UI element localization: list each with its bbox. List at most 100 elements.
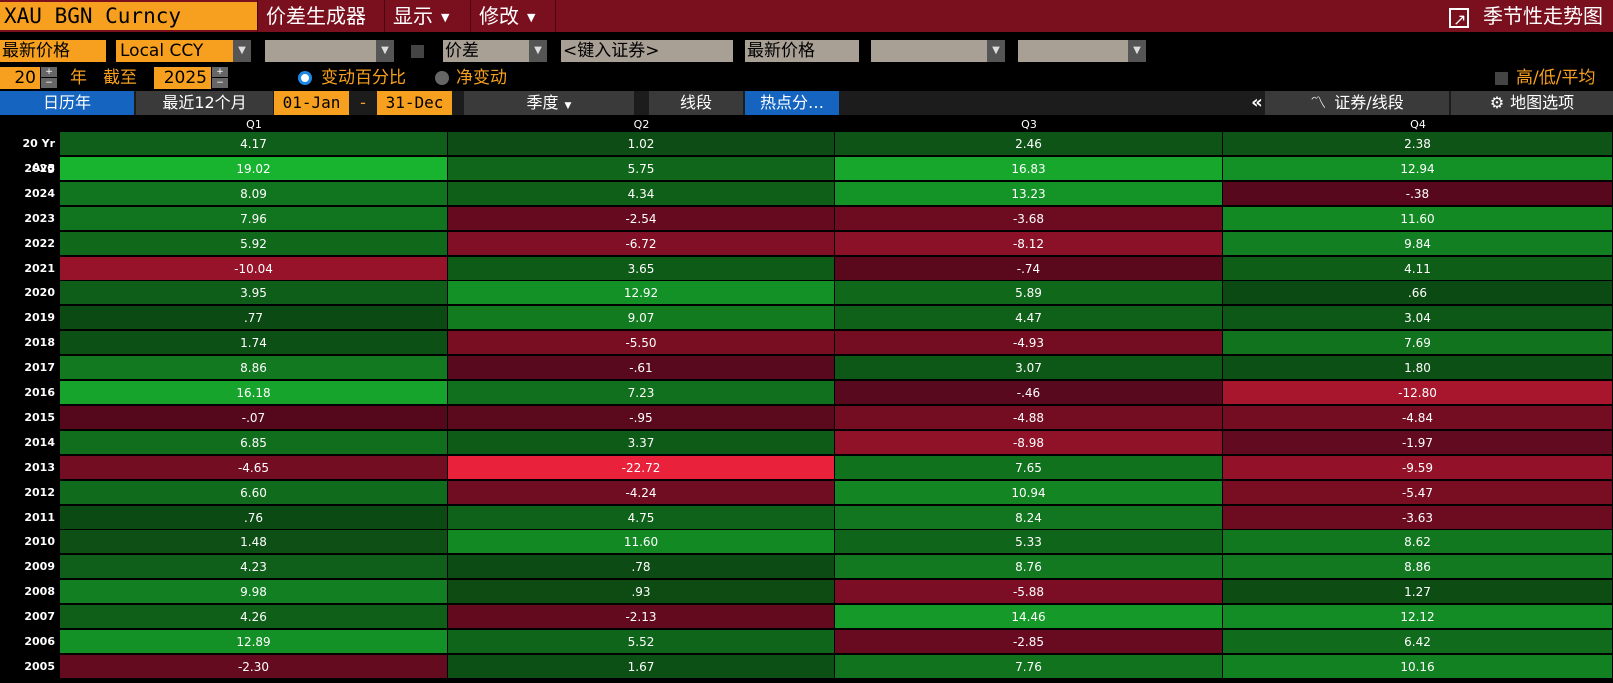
spread-builder-menu[interactable]: 价差生成器 [257,0,384,32]
ticker-field[interactable]: XAU BGN Curncy [0,2,257,30]
heatmap-cell[interactable]: 1.27 [1223,580,1613,605]
heatmap-cell[interactable]: -4.84 [1223,405,1613,430]
heatmap-cell[interactable]: 7.65 [835,455,1223,480]
heatmap-cell[interactable]: 6.60 [60,480,448,505]
heatmap-cell[interactable]: 3.04 [1223,306,1613,331]
heatmap-cell[interactable]: -.95 [448,405,835,430]
heatmap-cell[interactable]: 5.75 [448,156,835,181]
heatmap-cell[interactable]: 1.02 [448,132,835,156]
tab-calendar-year[interactable]: 日历年 [0,91,134,115]
modify-menu[interactable]: 修改 ▼ [470,0,556,32]
field-select-left[interactable]: 最新价格 [0,40,106,62]
heatmap-cell[interactable]: 7.76 [835,654,1223,679]
currency-select[interactable]: Local CCY ▼ [116,40,251,62]
heatmap-cell[interactable]: 5.52 [448,630,835,654]
pct-change-radio[interactable] [298,71,312,85]
heatmap-cell[interactable]: 4.26 [60,605,448,630]
heatmap-cell[interactable]: -.61 [448,356,835,381]
heatmap-cell[interactable]: 4.34 [448,181,835,206]
heatmap-cell[interactable]: 5.92 [60,231,448,256]
hilo-checkbox[interactable] [1495,72,1508,85]
heatmap-cell[interactable]: -8.98 [835,430,1223,455]
heatmap-cell[interactable]: -22.72 [448,455,835,480]
heatmap-cell[interactable]: 2.38 [1223,132,1613,156]
heatmap-cell[interactable]: 5.89 [835,281,1223,306]
heatmap-cell[interactable]: 16.18 [60,381,448,405]
end-date-input[interactable]: 31-Dec [377,91,452,115]
heatmap-cell[interactable]: 4.17 [60,132,448,156]
heatmap-cell[interactable]: -.38 [1223,181,1613,206]
heatmap-cell[interactable]: 7.96 [60,206,448,231]
heatmap-cell[interactable]: 3.37 [448,430,835,455]
heatmap-cell[interactable]: 8.09 [60,181,448,206]
until-year-stepper[interactable]: + − [212,67,228,89]
years-input[interactable]: 20 [0,67,40,89]
security-input[interactable]: <键入证券> [561,40,733,62]
spread-checkbox[interactable] [411,45,424,58]
heatmap-cell[interactable]: 7.69 [1223,331,1613,356]
heatmap-cell[interactable]: .76 [60,505,448,530]
heatmap-cell[interactable]: .66 [1223,281,1613,306]
heatmap-cell[interactable]: 11.60 [1223,206,1613,231]
heatmap-cell[interactable]: -.07 [60,405,448,430]
heatmap-cell[interactable]: 4.47 [835,306,1223,331]
heatmap-cell[interactable]: 4.23 [60,555,448,580]
heatmap-cell[interactable]: 8.86 [1223,555,1613,580]
heatmap-cell[interactable]: 19.02 [60,156,448,181]
heatmap-cell[interactable]: -.74 [835,256,1223,281]
heatmap-cell[interactable]: -3.63 [1223,505,1613,530]
blank-select-1[interactable]: ▼ [265,40,394,62]
tab-last-12-months[interactable]: 最近12个月 [136,91,273,115]
display-menu[interactable]: 显示 ▼ [384,0,470,32]
heatmap-cell[interactable]: 10.16 [1223,654,1613,679]
heatmap-cell[interactable]: -5.47 [1223,480,1613,505]
heatmap-cell[interactable]: 12.94 [1223,156,1613,181]
heatmap-cell[interactable]: 13.23 [835,181,1223,206]
heatmap-cell[interactable]: 1.74 [60,331,448,356]
heatmap-cell[interactable]: -.46 [835,381,1223,405]
start-date-input[interactable]: 01-Jan [274,91,349,115]
heatmap-cell[interactable]: 6.85 [60,430,448,455]
heatmap-cell[interactable]: 8.86 [60,356,448,381]
heatmap-cell[interactable]: -8.12 [835,231,1223,256]
heatmap-cell[interactable]: -4.24 [448,480,835,505]
map-options-button[interactable]: ⚙ 地图选项 [1451,91,1613,115]
blank-select-2[interactable]: ▼ [871,40,1005,62]
heatmap-cell[interactable]: 4.75 [448,505,835,530]
heatmap-cell[interactable]: 3.65 [448,256,835,281]
heatmap-cell[interactable]: -9.59 [1223,455,1613,480]
heatmap-cell[interactable]: 1.80 [1223,356,1613,381]
heatmap-cell[interactable]: -4.93 [835,331,1223,356]
heatmap-cell[interactable]: 9.07 [448,306,835,331]
heatmap-cell[interactable]: -5.50 [448,331,835,356]
heatmap-cell[interactable]: 6.42 [1223,630,1613,654]
heatmap-cell[interactable]: 12.12 [1223,605,1613,630]
heatmap-cell[interactable]: -2.13 [448,605,835,630]
heatmap-cell[interactable]: 8.62 [1223,530,1613,555]
collapse-icon[interactable]: « [1250,91,1264,115]
tab-heatmap[interactable]: 热点分… [745,91,839,115]
heatmap-cell[interactable]: 10.94 [835,480,1223,505]
blank-select-3[interactable]: ▼ [1018,40,1146,62]
heatmap-cell[interactable]: -10.04 [60,256,448,281]
heatmap-cell[interactable]: 8.76 [835,555,1223,580]
heatmap-cell[interactable]: 4.11 [1223,256,1613,281]
seasonality-link[interactable]: 季节性走势图 [1449,0,1603,36]
heatmap-cell[interactable]: 5.33 [835,530,1223,555]
heatmap-cell[interactable]: -5.88 [835,580,1223,605]
heatmap-cell[interactable]: .93 [448,580,835,605]
heatmap-cell[interactable]: -3.68 [835,206,1223,231]
heatmap-cell[interactable]: 12.89 [60,630,448,654]
heatmap-cell[interactable]: -4.65 [60,455,448,480]
quarter-select[interactable]: 季度 ▼ [464,91,634,115]
tab-line[interactable]: 线段 [649,91,743,115]
heatmap-cell[interactable]: 9.84 [1223,231,1613,256]
heatmap-cell[interactable]: 14.46 [835,605,1223,630]
security-line-button[interactable]: 〽证券/线段 [1265,91,1449,115]
until-year-input[interactable]: 2025 [154,67,211,89]
heatmap-cell[interactable]: -2.30 [60,654,448,679]
heatmap-cell[interactable]: -2.54 [448,206,835,231]
field-select-right[interactable]: 最新价格 [745,40,859,62]
heatmap-cell[interactable]: -1.97 [1223,430,1613,455]
net-change-radio[interactable] [435,71,449,85]
